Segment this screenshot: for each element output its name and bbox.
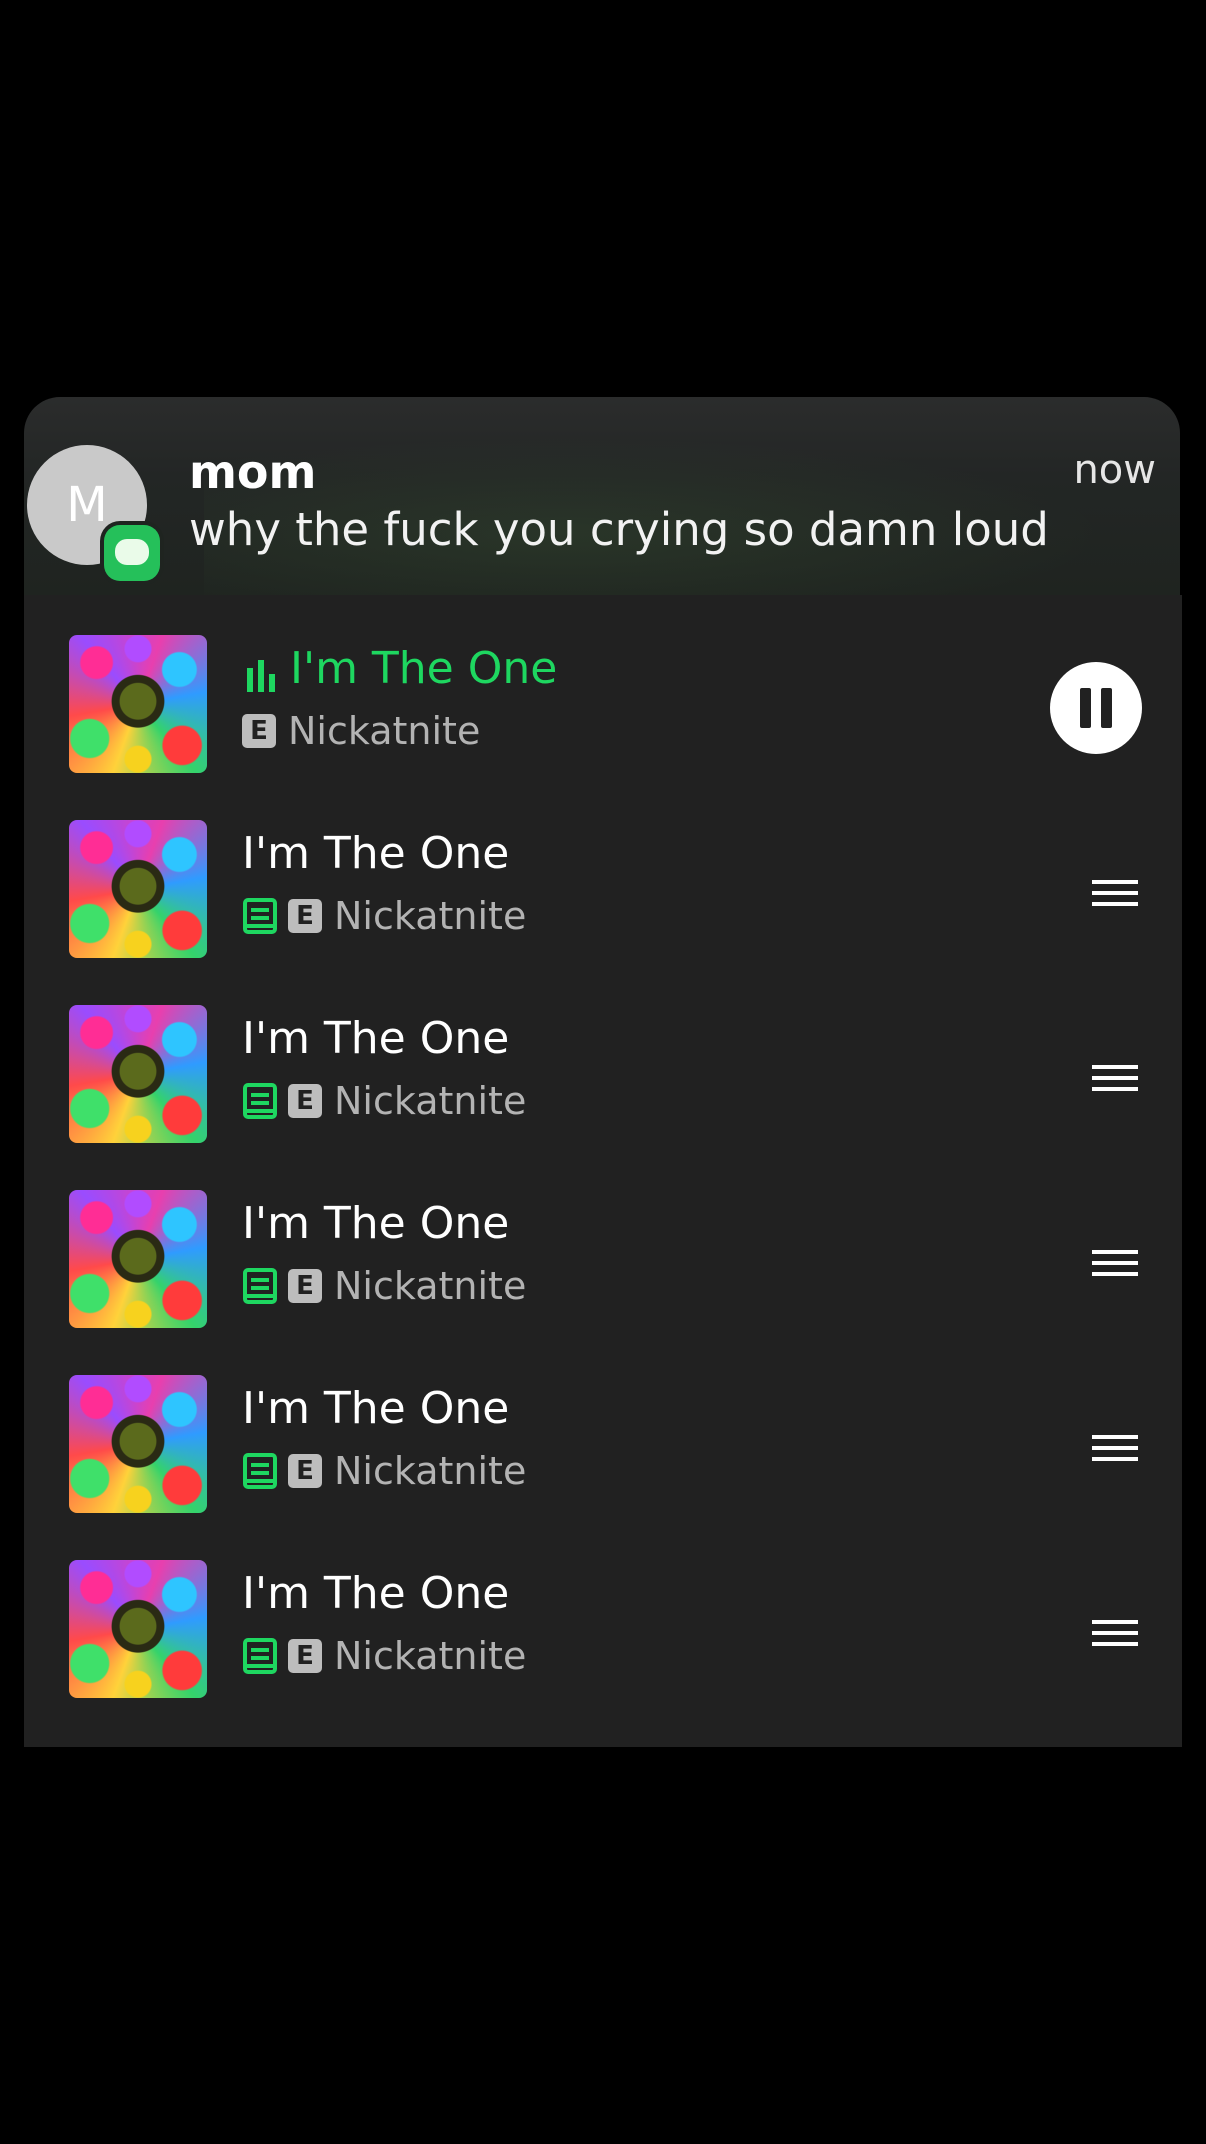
explicit-badge: E [288,1084,322,1118]
downloaded-icon [243,1083,277,1119]
queue-row-now-playing[interactable]: I'm The One E Nickatnite [24,595,1182,773]
drag-handle-icon[interactable] [1092,1431,1138,1465]
track-meta: E Nickatnite [242,1634,527,1678]
track-meta: E Nickatnite [242,1079,527,1123]
track-artist: Nickatnite [334,1449,527,1493]
explicit-badge: E [242,714,276,748]
queue-list: I'm The One E Nickatnite I'm The One E N… [24,595,1182,1747]
track-title: I'm The One [242,828,510,879]
track-artist: Nickatnite [334,1264,527,1308]
album-art [69,1560,207,1698]
notification-time: now [1073,447,1156,493]
track-meta: E Nickatnite [242,1264,527,1308]
queue-row[interactable]: I'm The One E Nickatnite [24,780,1182,958]
track-artist: Nickatnite [288,709,481,753]
track-title: I'm The One [242,1568,510,1619]
track-meta: E Nickatnite [242,1449,527,1493]
track-title: I'm The One [242,1383,510,1434]
downloaded-icon [243,1268,277,1304]
drag-handle-icon[interactable] [1092,876,1138,910]
messages-icon [104,525,160,581]
track-title: I'm The One [242,1013,510,1064]
avatar-initial: M [66,477,108,533]
downloaded-icon [243,898,277,934]
message-notification[interactable]: M mom why the fuck you crying so damn lo… [24,397,1180,595]
explicit-badge: E [288,1639,322,1673]
explicit-badge: E [288,1454,322,1488]
drag-handle-icon[interactable] [1092,1061,1138,1095]
downloaded-icon [243,1453,277,1489]
album-art [69,635,207,773]
notification-sender: mom [189,445,317,499]
album-art [69,820,207,958]
track-artist: Nickatnite [334,894,527,938]
track-title: I'm The One [242,1198,510,1249]
queue-row[interactable]: I'm The One E Nickatnite [24,1150,1182,1328]
queue-row[interactable]: I'm The One E Nickatnite [24,1520,1182,1698]
drag-handle-icon[interactable] [1092,1616,1138,1650]
track-meta: E Nickatnite [242,709,481,753]
track-artist: Nickatnite [334,1079,527,1123]
drag-handle-icon[interactable] [1092,1246,1138,1280]
pause-button[interactable] [1050,662,1142,754]
equalizer-icon [247,660,275,692]
pause-icon [1080,688,1112,728]
queue-row[interactable]: I'm The One E Nickatnite [24,965,1182,1143]
notification-message: why the fuck you crying so damn loud [189,503,1049,556]
explicit-badge: E [288,899,322,933]
queue-row[interactable]: I'm The One E Nickatnite [24,1335,1182,1513]
track-title: I'm The One [290,643,558,694]
album-art [69,1005,207,1143]
track-artist: Nickatnite [334,1634,527,1678]
track-meta: E Nickatnite [242,894,527,938]
album-art [69,1375,207,1513]
explicit-badge: E [288,1269,322,1303]
downloaded-icon [243,1638,277,1674]
album-art [69,1190,207,1328]
